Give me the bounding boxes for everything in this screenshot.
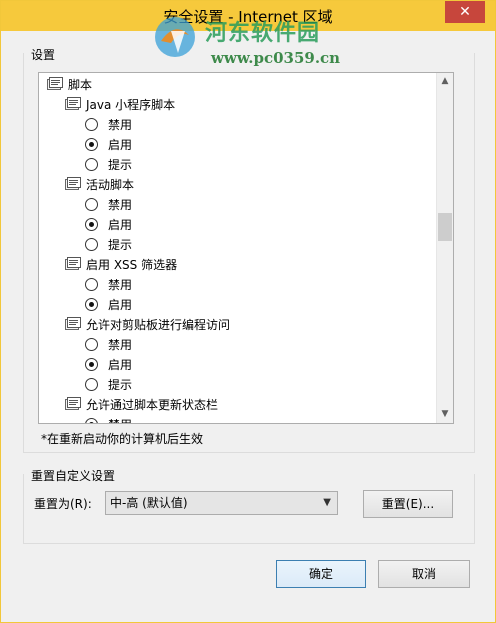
radio-option[interactable]: 启用: [85, 354, 132, 374]
tree-setting[interactable]: 允许对剪贴板进行编程访问: [65, 314, 230, 334]
reset-button[interactable]: 重置(E)...: [363, 490, 453, 518]
tree-item-label: 允许通过脚本更新状态栏: [86, 397, 219, 412]
security-level-value: 中-高 (默认值): [110, 496, 188, 510]
tree-setting[interactable]: 允许通过脚本更新状态栏: [65, 394, 218, 414]
radio-unchecked[interactable]: [85, 157, 98, 171]
radio-unchecked[interactable]: [85, 337, 98, 351]
tree-item-label: 禁用: [108, 117, 133, 132]
settings-folder-icon: [65, 317, 81, 330]
tree-item-label: 提示: [108, 237, 133, 252]
tree-item-label: 启用: [108, 297, 133, 312]
ok-button[interactable]: 确定: [276, 560, 366, 588]
settings-folder-icon: [65, 257, 81, 270]
tree-item-label: 启用: [108, 137, 133, 152]
scroll-down-arrow-icon[interactable]: ▼: [437, 406, 453, 423]
scroll-up-arrow-icon[interactable]: ▲: [437, 73, 453, 90]
tree-item-label: 启用: [108, 357, 133, 372]
radio-unchecked[interactable]: [85, 197, 98, 211]
radio-option[interactable]: 启用: [85, 294, 132, 314]
tree-category[interactable]: 脚本: [47, 74, 92, 94]
radio-option[interactable]: 禁用: [85, 274, 132, 294]
tree-item-label: 启用: [108, 217, 133, 232]
settings-folder-icon: [47, 77, 63, 90]
tree-item-label: 提示: [108, 157, 133, 172]
tree-item-label: 启用 XSS 筛选器: [86, 257, 178, 272]
tree-item-label: 允许对剪贴板进行编程访问: [86, 317, 231, 332]
settings-folder-icon: [65, 177, 81, 190]
tree-setting[interactable]: 启用 XSS 筛选器: [65, 254, 177, 274]
radio-option[interactable]: 提示: [85, 154, 132, 174]
tree-item-label: 脚本: [68, 77, 93, 92]
radio-option[interactable]: 禁用: [85, 194, 132, 214]
radio-checked[interactable]: [85, 417, 98, 423]
tree-item-label: 提示: [108, 377, 133, 392]
radio-checked[interactable]: [85, 297, 98, 311]
security-level-select[interactable]: 中-高 (默认值) ▼: [105, 491, 338, 515]
radio-option[interactable]: 禁用: [85, 414, 132, 424]
tree-item-label: 禁用: [108, 337, 133, 352]
tree-item-label: 禁用: [108, 197, 133, 212]
radio-option[interactable]: 启用: [85, 134, 132, 154]
vertical-scrollbar[interactable]: ▲ ▼: [436, 73, 453, 423]
tree-item-label: 活动脚本: [86, 177, 135, 192]
window-title: 安全设置 - Internet 区域: [163, 8, 333, 26]
settings-folder-icon: [65, 397, 81, 410]
radio-unchecked[interactable]: [85, 377, 98, 391]
tree-item-label: 禁用: [108, 277, 133, 292]
radio-checked[interactable]: [85, 137, 98, 151]
radio-option[interactable]: 提示: [85, 234, 132, 254]
radio-option[interactable]: 禁用: [85, 114, 132, 134]
settings-tree[interactable]: 脚本 Java 小程序脚本 禁用 启用 提示 活动脚本 禁用 启用 提示 启用 XSS 筛选器 禁用…: [38, 72, 454, 424]
tree-setting[interactable]: Java 小程序脚本: [65, 94, 175, 114]
settings-folder-icon: [65, 97, 81, 110]
chevron-down-icon: ▼: [323, 497, 331, 508]
radio-option[interactable]: 提示: [85, 374, 132, 394]
radio-unchecked[interactable]: [85, 277, 98, 291]
cancel-button[interactable]: 取消: [378, 560, 470, 588]
radio-unchecked[interactable]: [85, 237, 98, 251]
radio-checked[interactable]: [85, 217, 98, 231]
reset-to-label: 重置为(R):: [34, 497, 92, 511]
restart-note: *在重新启动你的计算机后生效: [41, 432, 204, 446]
scrollbar-thumb[interactable]: [438, 213, 452, 241]
tree-item-label: Java 小程序脚本: [86, 97, 176, 112]
radio-checked[interactable]: [85, 357, 98, 371]
tree-item-label: 禁用: [108, 416, 132, 424]
radio-unchecked[interactable]: [85, 117, 98, 131]
tree-setting[interactable]: 活动脚本: [65, 174, 134, 194]
radio-option[interactable]: 启用: [85, 214, 132, 234]
title-bar: 安全设置 - Internet 区域 ✕: [1, 1, 495, 31]
security-settings-dialog: 安全设置 - Internet 区域 ✕ 河东软件园 www.pc0359.cn…: [0, 0, 496, 623]
radio-option[interactable]: 禁用: [85, 334, 132, 354]
close-icon: ✕: [459, 4, 471, 20]
close-button[interactable]: ✕: [445, 1, 485, 23]
